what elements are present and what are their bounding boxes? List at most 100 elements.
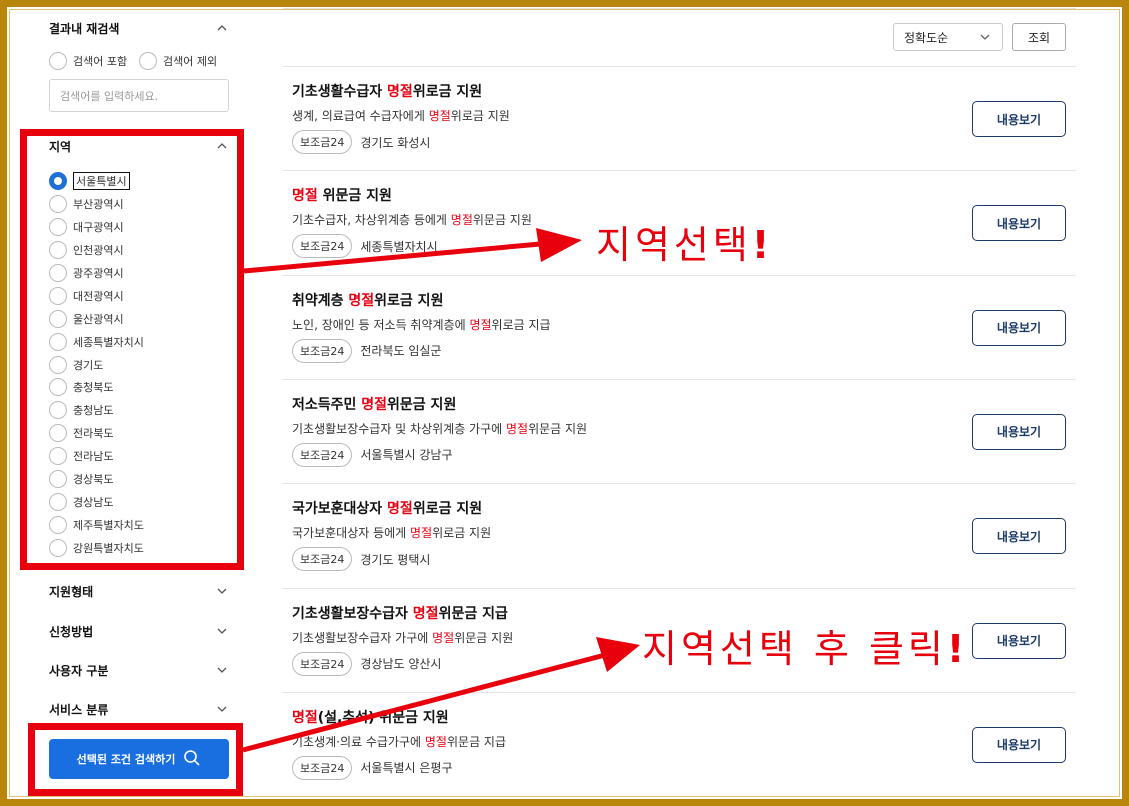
exclude-keyword-option[interactable]: 검색어 제외	[139, 52, 217, 70]
region-radio[interactable]	[49, 195, 67, 214]
region-option[interactable]: 경상북도	[49, 468, 229, 491]
result-description: 기초수급자, 차상위계층 등에게 명절위문금 지원	[292, 211, 532, 228]
result-location: 서울특별시 강남구	[360, 448, 453, 463]
region-option[interactable]: 충청북도	[49, 376, 229, 399]
result-description: 생계, 의료급여 수급자에게 명절위로금 지원	[292, 107, 510, 124]
result-title[interactable]: 기초생활수급자 명절위로금 지원	[292, 81, 482, 101]
region-option[interactable]: 경기도	[49, 353, 229, 376]
view-detail-button[interactable]: 내용보기	[972, 726, 1066, 763]
region-option[interactable]: 대구광역시	[49, 216, 229, 239]
region-option[interactable]: 부산광역시	[49, 193, 229, 216]
desc-text: 국가보훈대상자 등에게	[292, 526, 411, 541]
filter-label: 신청방법	[49, 624, 94, 639]
region-option[interactable]: 전라남도	[49, 445, 229, 468]
search-selected-button[interactable]: 선택된 조건 검색하기	[49, 739, 229, 779]
include-label: 검색어 포함	[73, 55, 128, 68]
title-text: 저소득주민	[292, 396, 362, 413]
view-detail-button[interactable]: 내용보기	[972, 518, 1066, 555]
region-radio[interactable]	[49, 401, 67, 420]
refine-search-header[interactable]: 결과내 재검색	[49, 17, 229, 39]
title-text: 기초생활수급자	[292, 84, 388, 100]
filter-apply-method[interactable]: 신청방법	[49, 620, 229, 642]
desc-text: 위문금 지원	[472, 213, 532, 228]
chevron-down-icon[interactable]	[215, 624, 229, 638]
search-button-label: 선택된 조건 검색하기	[76, 753, 176, 766]
chevron-down-icon[interactable]	[215, 584, 229, 598]
result-description: 국가보훈대상자 등에게 명절위로금 지원	[292, 524, 491, 541]
desc-highlight: 명절	[424, 734, 447, 749]
desc-highlight: 명절	[428, 109, 451, 123]
view-detail-button[interactable]: 내용보기	[972, 309, 1066, 346]
region-option[interactable]: 광주광역시	[49, 262, 229, 285]
title-highlight: 명절	[292, 188, 318, 205]
include-radio[interactable]	[49, 52, 67, 70]
region-radio[interactable]	[49, 538, 67, 557]
region-option[interactable]: 인천광역시	[49, 239, 229, 262]
source-badge: 보조금24	[292, 442, 353, 467]
region-option[interactable]: 충청남도	[49, 399, 229, 422]
chevron-up-icon[interactable]	[215, 139, 229, 153]
include-keyword-option[interactable]: 검색어 포함	[49, 52, 127, 70]
region-radio[interactable]	[49, 447, 67, 466]
region-title: 지역	[49, 139, 72, 154]
chevron-down-icon[interactable]	[215, 702, 229, 716]
exclude-radio[interactable]	[139, 52, 157, 70]
region-option[interactable]: 경상남도	[49, 490, 229, 513]
chevron-up-icon[interactable]	[215, 21, 229, 35]
region-option[interactable]: 대전광역시	[49, 284, 229, 307]
view-detail-button[interactable]: 내용보기	[972, 622, 1066, 659]
result-location: 서울특별시 은평구	[360, 761, 453, 776]
callout-region-select: 지역선택!	[596, 214, 773, 269]
view-detail-button[interactable]: 내용보기	[972, 413, 1066, 450]
region-radio[interactable]	[49, 172, 67, 191]
region-radio[interactable]	[49, 515, 67, 534]
result-title[interactable]: 기초생활보장수급자 명절위문금 지급	[292, 603, 508, 623]
view-detail-button[interactable]: 내용보기	[972, 101, 1066, 137]
filter-service-category[interactable]: 서비스 분류	[49, 698, 229, 720]
region-option[interactable]: 강원특별자치도	[49, 536, 229, 559]
region-radio[interactable]	[49, 286, 67, 305]
region-radio[interactable]	[49, 470, 67, 489]
region-option[interactable]: 세종특별자치시	[49, 330, 229, 353]
source-badge: 보조금24	[292, 130, 353, 154]
region-option[interactable]: 제주특별자치도	[49, 513, 229, 536]
chevron-down-icon[interactable]	[215, 663, 229, 677]
filter-user-type[interactable]: 사용자 구분	[49, 659, 229, 681]
result-title[interactable]: 취약계층 명절위로금 지원	[292, 290, 443, 310]
result-title[interactable]: 국가보훈대상자 명절위로금 지원	[292, 498, 482, 518]
result-title[interactable]: 저소득주민 명절위문금 지원	[292, 394, 456, 414]
region-radio[interactable]	[49, 218, 67, 237]
desc-highlight: 명절	[469, 317, 492, 332]
sort-select[interactable]: 정확도순	[893, 23, 1003, 51]
region-label: 대구광역시	[73, 221, 124, 235]
query-button[interactable]: 조회	[1012, 23, 1066, 51]
region-radio[interactable]	[49, 309, 67, 328]
region-option[interactable]: 전라북도	[49, 422, 229, 445]
region-radio[interactable]	[49, 332, 67, 351]
result-tags: 보조금24 경기도 화성시	[292, 130, 430, 154]
desc-text: 노인, 장애인 등 저소득 취약계층에	[292, 317, 470, 332]
view-detail-button[interactable]: 내용보기	[972, 205, 1066, 242]
region-option[interactable]: 서울특별시	[49, 170, 229, 193]
region-label: 충청북도	[73, 381, 114, 395]
result-title[interactable]: 명절(설,추석) 위문금 지원	[292, 707, 449, 727]
region-label: 부산광역시	[73, 198, 124, 212]
region-radio[interactable]	[49, 378, 67, 397]
filter-support-type[interactable]: 지원형태	[49, 580, 229, 602]
result-title[interactable]: 명절 위문금 지원	[292, 185, 392, 205]
result-item: 기초생활수급자 명절위로금 지원생계, 의료급여 수급자에게 명절위로금 지원보…	[283, 66, 1076, 170]
region-option[interactable]: 울산광역시	[49, 307, 229, 330]
region-radio[interactable]	[49, 424, 67, 443]
refine-search-input[interactable]: 검색어를 입력하세요.	[49, 79, 229, 112]
title-text: 위로금 지원	[374, 292, 444, 309]
region-radio[interactable]	[49, 492, 67, 511]
region-radio[interactable]	[49, 355, 67, 374]
result-tags: 보조금24 서울특별시 강남구	[292, 442, 453, 467]
desc-text: 기초생활보장수급자 및 차상위계층 가구에	[292, 421, 506, 436]
region-header[interactable]: 지역	[49, 135, 229, 157]
region-radio[interactable]	[49, 241, 67, 260]
title-highlight: 명절	[361, 396, 388, 413]
region-radio[interactable]	[49, 264, 67, 282]
results-panel: 정확도순 조회 기초생활수급자 명절위로금 지원 생계, 의료급여 수급자에게 명…	[283, 0, 1076, 806]
top-divider	[283, 8, 1076, 9]
